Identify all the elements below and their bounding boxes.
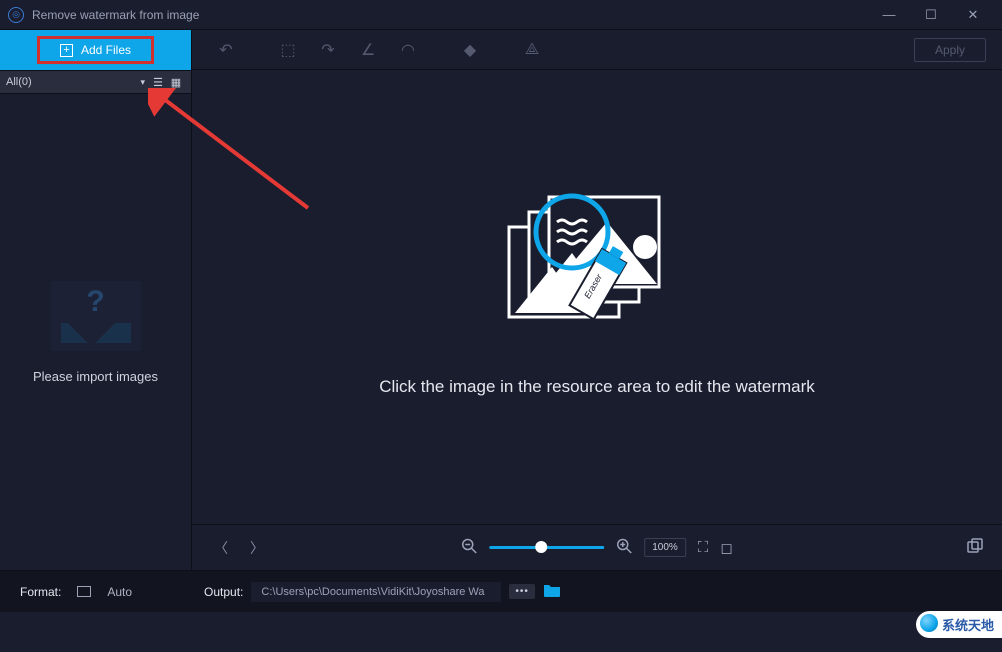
grid-view-button[interactable]: ▦ [167,74,185,90]
zoom-in-button[interactable] [616,538,632,558]
chevron-down-icon: ▾ [140,77,145,88]
canvas-bottombar: 〈 〉 100% ⛶ ◻ [192,524,1002,570]
filter-row: All(0) ▾ ☰ ▦ [0,70,191,94]
zoom-controls: 100% ⛶ ◻ [461,538,733,558]
compare-button[interactable] [966,537,984,558]
format-value[interactable]: Auto [107,585,132,599]
sidebar: + Add Files All(0) ▾ ☰ ▦ Please import i… [0,30,192,570]
actual-size-button[interactable]: ◻ [720,539,732,557]
brush-tool-button[interactable]: ∠ [350,36,386,64]
canvas-caption: Click the image in the resource area to … [379,377,815,397]
fit-screen-button[interactable]: ⛶ [698,539,709,556]
browse-output-button[interactable]: ••• [509,584,535,599]
list-view-button[interactable]: ☰ [149,74,167,90]
output-group: Output: C:\Users\pc\Documents\VidiKit\Jo… [204,582,561,602]
statusbar: Format: Auto Output: C:\Users\pc\Documen… [0,570,1002,612]
window-title: Remove watermark from image [32,8,199,22]
lasso-tool-button[interactable]: ◠ [390,36,426,64]
add-files-label: Add Files [81,43,131,57]
zoom-percent: 100% [644,538,686,557]
bottombar-right [966,537,984,558]
open-folder-button[interactable] [543,583,561,600]
output-path: C:\Users\pc\Documents\VidiKit\Joyoshare … [251,582,501,602]
sidebar-body: Please import images [0,94,191,570]
titlebar: ◎ Remove watermark from image — ☐ ✕ [0,0,1002,30]
minimize-button[interactable]: — [868,1,910,29]
close-button[interactable]: ✕ [952,1,994,29]
import-message: Please import images [33,369,158,384]
zoom-slider-knob[interactable] [535,541,547,553]
maximize-button[interactable]: ☐ [910,1,952,29]
app-logo-icon: ◎ [8,7,24,23]
canvas-area: Eraser Click the image in the resource a… [192,70,1002,524]
redo-button[interactable]: ↷ [310,36,346,64]
filter-label: All(0) [6,76,32,88]
zoom-out-button[interactable] [461,538,477,558]
placeholder-image-icon [51,281,141,351]
main-panel: ↶ ⬚ ↷ ∠ ◠ ◆ ⟁ Apply [192,30,1002,570]
undo-button[interactable]: ↶ [208,36,244,64]
eraser-tool-button[interactable]: ◆ [452,36,488,64]
prev-image-button[interactable]: 〈 [210,534,232,562]
format-icon [77,586,91,597]
site-badge: 系统天地 [916,611,1002,638]
zoom-slider[interactable] [489,546,604,549]
plus-icon: + [60,44,73,57]
hero-illustration: Eraser [507,197,687,347]
add-files-button[interactable]: + Add Files [0,30,191,70]
apply-button[interactable]: Apply [914,38,986,62]
next-image-button[interactable]: 〉 [246,534,268,562]
format-label: Format: [20,585,61,599]
filter-dropdown[interactable]: All(0) ▾ [6,76,149,88]
output-label: Output: [204,585,243,599]
transform-tool-button[interactable]: ⟁ [514,36,550,64]
window-controls: — ☐ ✕ [868,1,994,29]
app-body: + Add Files All(0) ▾ ☰ ▦ Please import i… [0,30,1002,570]
crop-tool-button[interactable]: ⬚ [270,36,306,64]
edit-toolbar: ↶ ⬚ ↷ ∠ ◠ ◆ ⟁ Apply [192,30,1002,70]
